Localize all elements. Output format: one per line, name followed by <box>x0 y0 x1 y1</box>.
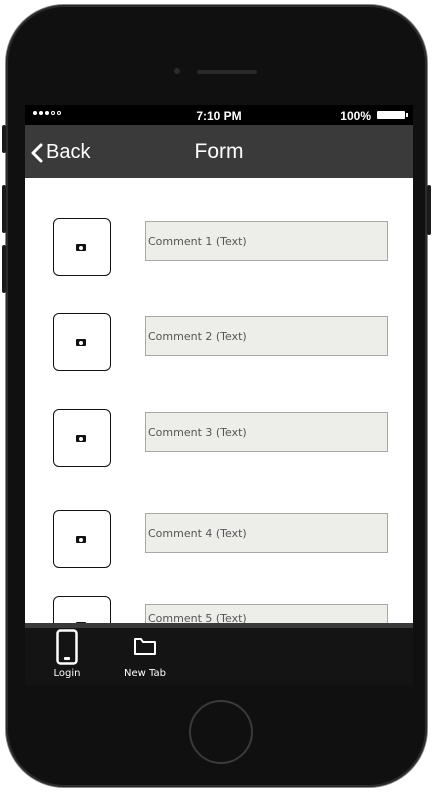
photo-button[interactable] <box>53 596 111 623</box>
form-content[interactable]: Comment 1 (Text) Comment 2 (Text) Commen… <box>25 178 413 623</box>
form-row: Comment 3 (Text) <box>25 409 413 469</box>
mute-switch <box>2 125 6 153</box>
phone-screen: 7:10 PM 100% Back Form Comment 1 (Text) … <box>25 105 413 685</box>
camera-icon <box>76 536 86 543</box>
photo-button[interactable] <box>53 409 111 467</box>
tab-bar: Login New Tab <box>25 623 413 685</box>
navigation-bar: Back Form <box>25 125 413 178</box>
front-camera <box>174 68 180 74</box>
comment-field[interactable]: Comment 3 (Text) <box>145 412 388 452</box>
phone-icon <box>56 629 78 665</box>
comment-field[interactable]: Comment 5 (Text) <box>145 604 388 623</box>
photo-button[interactable] <box>53 218 111 276</box>
power-button <box>427 185 431 235</box>
home-button[interactable] <box>189 700 253 764</box>
form-row: Comment 1 (Text) <box>25 218 413 278</box>
folder-icon <box>134 638 156 655</box>
comment-field[interactable]: Comment 1 (Text) <box>145 221 388 261</box>
volume-up-button <box>2 185 6 233</box>
comment-field[interactable]: Comment 4 (Text) <box>145 513 388 553</box>
tab-new-tab-label: New Tab <box>124 668 166 679</box>
page-title: Form <box>194 140 244 163</box>
camera-icon <box>76 244 86 251</box>
form-row: Comment 4 (Text) <box>25 510 413 570</box>
camera-icon <box>76 435 86 442</box>
tab-new-tab[interactable]: New Tab <box>115 628 175 683</box>
photo-button[interactable] <box>53 313 111 371</box>
volume-down-button <box>2 245 6 293</box>
tab-login[interactable]: Login <box>37 628 97 683</box>
form-row: Comment 2 (Text) <box>25 313 413 373</box>
photo-button[interactable] <box>53 510 111 568</box>
comment-field[interactable]: Comment 2 (Text) <box>145 316 388 356</box>
battery-icon <box>377 111 408 119</box>
status-bar: 7:10 PM 100% <box>25 105 413 125</box>
tab-login-label: Login <box>53 668 81 679</box>
form-row: Comment 5 (Text) <box>25 596 413 623</box>
battery-percentage: 100% <box>340 109 371 123</box>
camera-icon <box>76 339 86 346</box>
earpiece-speaker <box>197 70 257 74</box>
